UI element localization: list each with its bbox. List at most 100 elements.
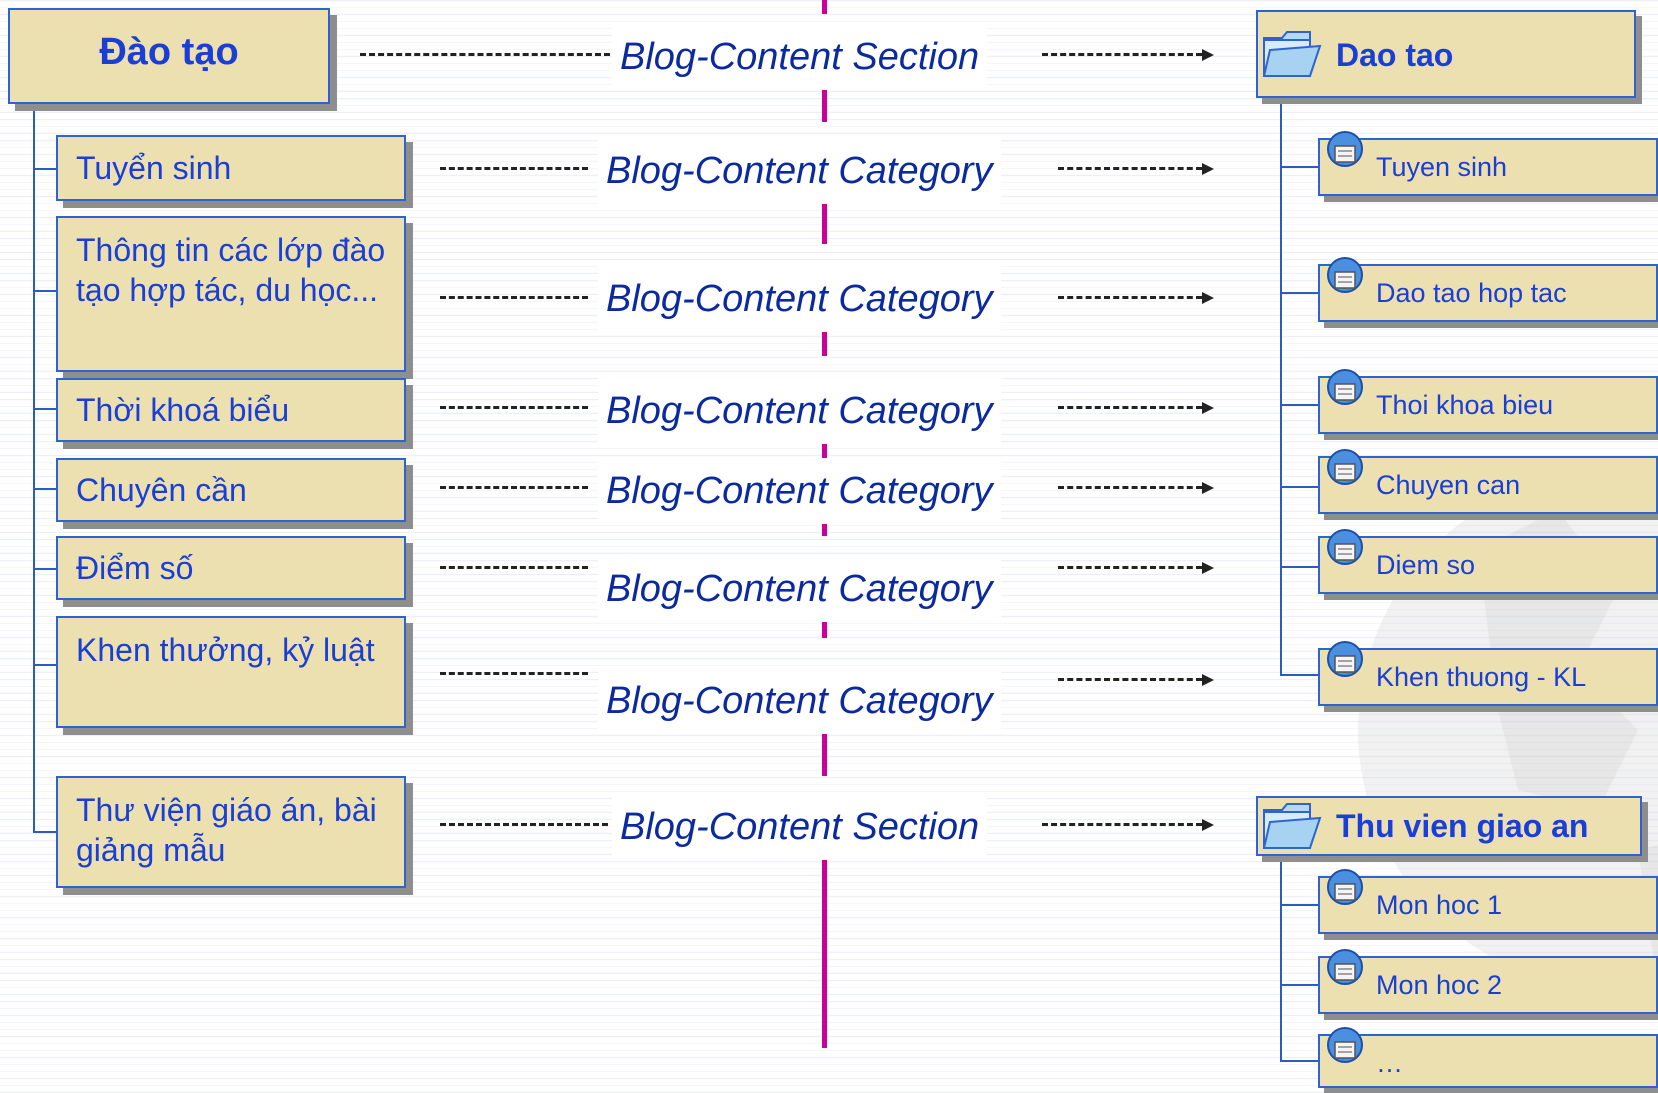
dashed-connector: [440, 566, 588, 569]
mapping-label: Blog-Content Category: [598, 378, 1001, 444]
center-divider-segment: [822, 858, 827, 1048]
left-tree-branch: [33, 290, 57, 292]
right-item-label: Thoi khoa bieu: [1376, 390, 1554, 420]
mapping-label: Blog-Content Category: [598, 266, 1001, 332]
arrowhead-icon: [1202, 562, 1214, 574]
right-item-label: Mon hoc 2: [1376, 970, 1503, 1000]
dashed-connector: [1058, 566, 1202, 569]
dashed-connector: [1042, 53, 1202, 56]
page-icon: [1327, 869, 1363, 905]
page-icon: [1327, 529, 1363, 565]
dashed-connector: [440, 672, 588, 675]
page-icon: [1327, 257, 1363, 293]
right-item-box: Mon hoc 2: [1318, 949, 1658, 1014]
right-tree-branch: [1280, 1060, 1320, 1062]
page-icon: [1327, 949, 1363, 985]
dashed-connector: [440, 823, 608, 826]
left-item-box: Tuyển sinh: [56, 135, 406, 201]
globe-watermark: [1358, 470, 1658, 990]
center-divider-segment: [822, 204, 827, 244]
right-tree-branch: [1280, 904, 1320, 906]
page-icon: [1327, 641, 1363, 677]
mapping-label: Blog-Content Category: [598, 458, 1001, 524]
right-item-label: …: [1376, 1048, 1403, 1078]
dashed-connector: [440, 486, 588, 489]
dashed-connector: [440, 167, 588, 170]
right-item-box: Diem so: [1318, 529, 1658, 594]
mapping-label: Blog-Content Category: [598, 556, 1001, 622]
left-tree-trunk: [33, 78, 35, 833]
mapping-label: Blog-Content Category: [598, 668, 1001, 734]
right-tree-branch: [1280, 166, 1320, 168]
left-item-label: Điểm số: [76, 550, 194, 586]
arrowhead-icon: [1202, 49, 1214, 61]
dashed-connector: [1058, 486, 1202, 489]
left-tree-branch: [33, 664, 57, 666]
center-divider-segment: [822, 620, 827, 638]
arrowhead-icon: [1202, 402, 1214, 414]
left-tree-branch: [33, 168, 57, 170]
right-item-box: Chuyen can: [1318, 449, 1658, 514]
dashed-connector: [1058, 167, 1202, 170]
right-tree-branch: [1280, 566, 1320, 568]
right-tree-branch: [1280, 404, 1320, 406]
mapping-label: Blog-Content Section: [612, 794, 988, 860]
dashed-connector: [440, 296, 588, 299]
arrowhead-icon: [1202, 482, 1214, 494]
right-tree-branch: [1280, 674, 1320, 676]
left-main-label: Đào tạo: [99, 31, 239, 73]
left-item-label: Thông tin các lớp đào tạo hợp tác, du họ…: [76, 232, 386, 308]
right-tree-branch: [1280, 486, 1320, 488]
left-item-box: Thư viện giáo án, bài giảng mẫu: [56, 776, 406, 888]
left-item-box: Khen thưởng, kỷ luật: [56, 616, 406, 728]
mapping-label: Blog-Content Section: [612, 24, 988, 90]
left-item-box: Điểm số: [56, 536, 406, 600]
arrowhead-icon: [1202, 674, 1214, 686]
left-item-label: Tuyển sinh: [76, 150, 232, 186]
dashed-connector: [1042, 823, 1202, 826]
page-icon: [1327, 449, 1363, 485]
right-item-label: Chuyen can: [1376, 470, 1521, 500]
right-section-title: Thu vien giao an: [1336, 808, 1589, 844]
arrowhead-icon: [1202, 163, 1214, 175]
right-tree-branch: [1280, 984, 1320, 986]
arrowhead-icon: [1202, 819, 1214, 831]
right-item-box: Khen thuong - KL: [1318, 641, 1658, 706]
left-item-label: Thư viện giáo án, bài giảng mẫu: [76, 792, 377, 868]
dashed-connector: [440, 406, 588, 409]
right-item-label: Tuyen sinh: [1376, 152, 1508, 182]
dashed-connector: [360, 53, 610, 56]
left-item-box: Chuyên cần: [56, 458, 406, 522]
right-item-box: Thoi khoa bieu: [1318, 369, 1658, 434]
left-item-box: Thời khoá biểu: [56, 378, 406, 442]
center-divider-segment: [822, 0, 827, 14]
right-section-title: Dao tao: [1336, 37, 1454, 73]
left-main-box: Đào tạo: [8, 8, 330, 104]
left-tree-branch: [33, 408, 57, 410]
center-divider-segment: [822, 88, 827, 122]
left-item-label: Thời khoá biểu: [76, 392, 290, 428]
left-tree-branch: [33, 568, 57, 570]
page-icon: [1327, 1027, 1363, 1063]
right-item-box: …: [1318, 1027, 1658, 1088]
right-item-box: Mon hoc 1: [1318, 869, 1658, 934]
left-tree-branch: [33, 488, 57, 490]
right-item-label: Dao tao hop tac: [1376, 278, 1567, 308]
dashed-connector: [1058, 678, 1202, 681]
arrowhead-icon: [1202, 292, 1214, 304]
left-tree-branch: [33, 831, 57, 833]
right-section-box: Thu vien giao an: [1256, 796, 1642, 856]
center-divider-segment: [822, 330, 827, 356]
folder-icon: [1262, 31, 1322, 77]
right-item-label: Mon hoc 1: [1376, 890, 1503, 920]
right-tree-trunk: [1280, 852, 1282, 1062]
right-item-label: Diem so: [1376, 550, 1476, 580]
left-item-label: Khen thưởng, kỷ luật: [76, 632, 375, 668]
dashed-connector: [1058, 296, 1202, 299]
left-item-label: Chuyên cần: [76, 472, 247, 508]
left-item-box: Thông tin các lớp đào tạo hợp tác, du họ…: [56, 216, 406, 372]
right-section-box: Dao tao: [1256, 10, 1636, 98]
right-item-label: Khen thuong - KL: [1376, 662, 1587, 692]
dashed-connector: [1058, 406, 1202, 409]
right-tree-branch: [1280, 292, 1320, 294]
